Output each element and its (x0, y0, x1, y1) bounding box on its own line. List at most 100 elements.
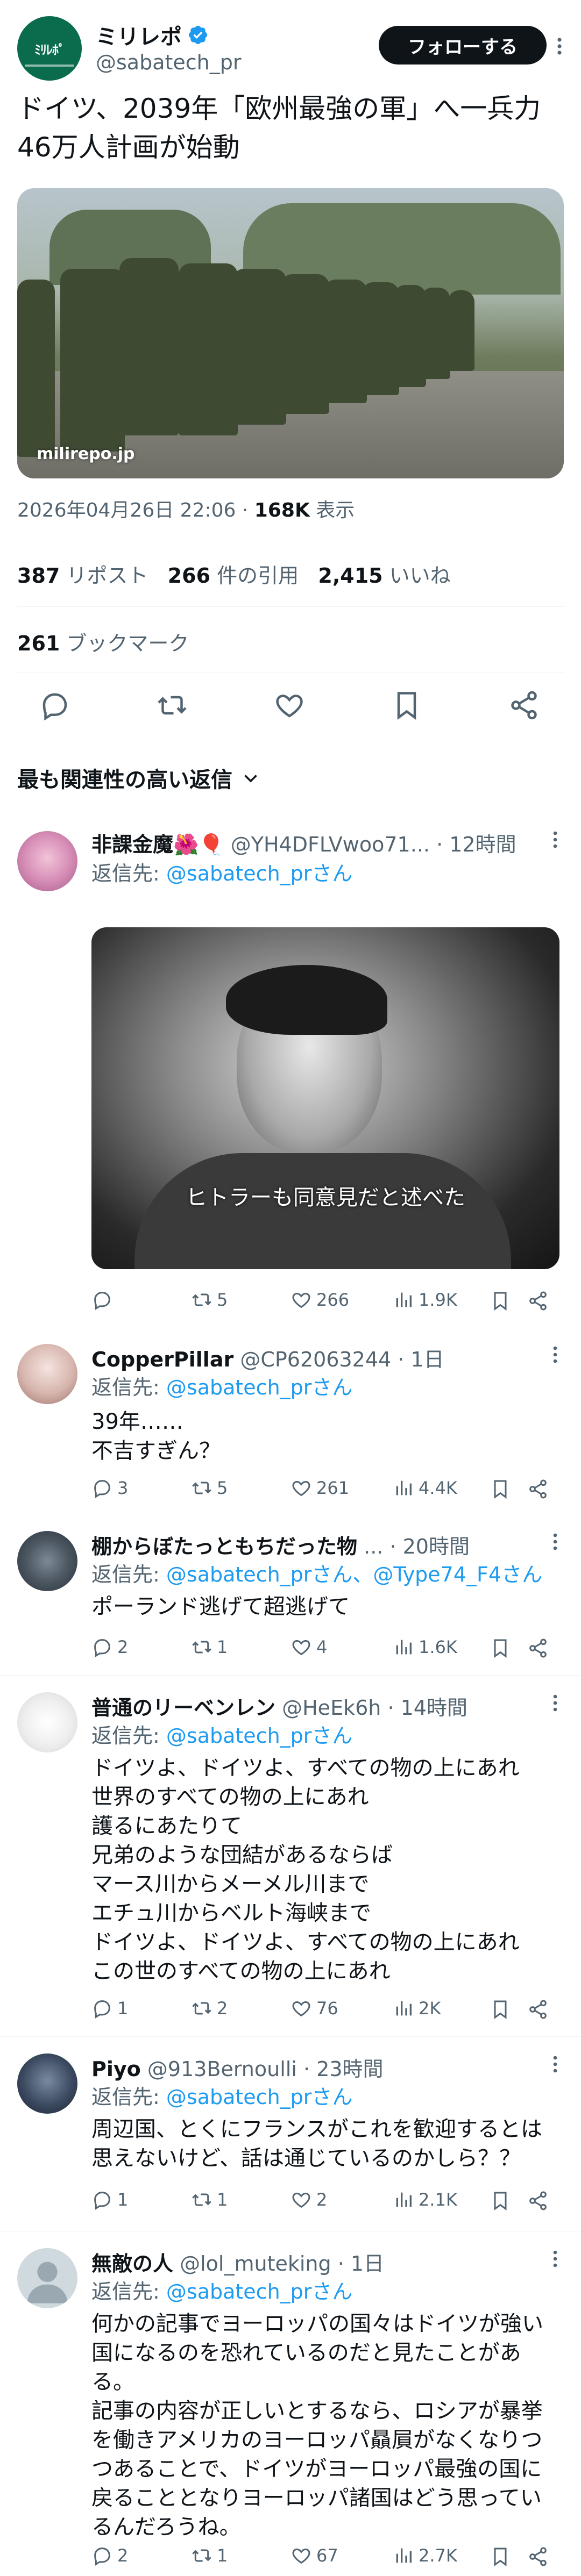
reply-item[interactable]: 普通のリーベンレン @HeEk6h · 14時間 返信先: @sabatech_… (0, 1675, 581, 2036)
like-count[interactable]: 76 (290, 1998, 338, 2019)
tweet-photo[interactable]: milirepo.jp (17, 188, 564, 478)
timestamp-row: 2026年04月26日 22:06 · 168K 表示 (17, 495, 355, 523)
repost-icon[interactable] (156, 689, 188, 721)
follow-button[interactable]: フォローする (379, 26, 547, 65)
repost-count[interactable]: 5 (191, 1289, 228, 1311)
like-count[interactable]: 4 (290, 1636, 327, 1658)
bookmark-icon[interactable] (490, 1290, 511, 1312)
more-icon[interactable] (552, 2249, 558, 2269)
reply-time[interactable]: · 12時間 (436, 833, 516, 856)
bookmark-icon[interactable] (490, 1637, 511, 1659)
reply-to-link[interactable]: @sabatech_prさん、@Type74_F4さん (166, 1563, 542, 1586)
repost-count[interactable]: 2 (191, 1998, 228, 2019)
reply-author-name[interactable]: 非課金魔🌺🎈 (91, 833, 224, 856)
reposts-label[interactable]: リポスト (66, 564, 148, 588)
reposts-count[interactable]: 387 (17, 564, 60, 588)
more-icon[interactable] (552, 1693, 558, 1713)
reply-author-name[interactable]: 無敵の人 (91, 2252, 173, 2276)
reply-to-link[interactable]: @sabatech_prさん (166, 2085, 353, 2109)
reply-author-handle[interactable]: @CP62063244 (240, 1348, 391, 1371)
more-icon[interactable] (552, 2055, 558, 2074)
reply-author-name[interactable]: Piyo (91, 2057, 141, 2081)
reply-to-link[interactable]: @sabatech_prさん (166, 862, 353, 885)
views-count[interactable]: 1.9K (393, 1289, 457, 1311)
more-icon[interactable] (552, 1532, 558, 1551)
reply-item[interactable]: Piyo @913Bernoulli · 23時間 返信先: @sabatech… (0, 2036, 581, 2231)
bookmark-icon[interactable] (490, 2190, 511, 2212)
reply-count[interactable]: 3 (91, 1477, 128, 1499)
quotes-label[interactable]: 件の引用 (217, 564, 299, 588)
quotes-count[interactable]: 266 (168, 564, 210, 588)
more-icon[interactable] (552, 830, 558, 849)
reply-icon[interactable] (39, 689, 71, 721)
like-count[interactable]: 67 (290, 2545, 338, 2566)
reply-count[interactable]: 1 (91, 2189, 128, 2210)
timestamp[interactable]: 2026年04月26日 22:06 (17, 499, 236, 521)
reply-author-name[interactable]: CopperPillar (91, 1348, 233, 1371)
reply-item[interactable]: 無敵の人 @lol_muteking · 1日 返信先: @sabatech_p… (0, 2231, 581, 2576)
reply-count[interactable]: 2 (91, 1636, 128, 1658)
reply-author-handle[interactable]: @YH4DFLVwoo71... (231, 833, 430, 856)
like-icon[interactable] (273, 689, 306, 721)
reply-author-name[interactable]: 棚からぼたっともちだった物 (91, 1535, 357, 1558)
reply-count[interactable]: 2 (91, 2545, 128, 2566)
views-count[interactable]: 2.7K (393, 2545, 457, 2566)
avatar[interactable] (17, 2248, 77, 2308)
author-handle[interactable]: @sabatech_pr (96, 51, 242, 74)
reply-time[interactable]: · 20時間 (389, 1535, 470, 1558)
reply-author-handle[interactable]: ... (364, 1535, 383, 1558)
avatar[interactable]: ﾐﾘﾚﾎﾟ (17, 16, 82, 81)
share-icon[interactable] (527, 1478, 549, 1500)
reply-author-handle[interactable]: @lol_muteking (180, 2252, 331, 2276)
share-icon[interactable] (527, 2190, 549, 2212)
views-count[interactable]: 4.4K (393, 1477, 457, 1499)
share-icon[interactable] (508, 689, 540, 721)
likes-label[interactable]: いいね (389, 564, 451, 588)
likes-count[interactable]: 2,415 (318, 564, 382, 588)
like-count[interactable]: 2 (290, 2189, 327, 2210)
like-count[interactable]: 261 (290, 1477, 349, 1499)
reply-to-link[interactable]: @sabatech_prさん (166, 1724, 353, 1748)
reply-item[interactable]: 非課金魔🌺🎈 @YH4DFLVwoo71... · 12時間 返信先: @sab… (0, 812, 581, 1328)
bookmark-icon[interactable] (490, 1999, 511, 2020)
avatar[interactable] (17, 1692, 77, 1752)
reply-item[interactable]: 棚からぼたっともちだった物 ... · 20時間 返信先: @sabatech_… (0, 1514, 581, 1675)
bookmark-icon[interactable] (490, 1478, 511, 1500)
reply-image[interactable]: ヒトラーも同意見だと述べた (91, 927, 559, 1269)
reply-time[interactable]: · 23時間 (303, 2057, 384, 2081)
repost-count[interactable]: 1 (191, 2189, 228, 2210)
image-figure-hair (226, 965, 387, 1035)
author-name[interactable]: ミリレポ (96, 19, 209, 51)
reply-to-link[interactable]: @sabatech_prさん (166, 2280, 353, 2303)
like-count[interactable]: 266 (290, 1289, 349, 1311)
more-icon[interactable] (555, 37, 564, 56)
repost-count[interactable]: 1 (191, 1636, 228, 1658)
avatar[interactable] (17, 831, 77, 891)
reply-time[interactable]: · 1日 (338, 2252, 384, 2276)
repost-count[interactable]: 1 (191, 2545, 228, 2566)
reply-time[interactable]: · 1日 (398, 1348, 444, 1371)
avatar[interactable] (17, 1531, 77, 1591)
views-count[interactable]: 2K (393, 1998, 441, 2019)
bookmark-icon[interactable] (490, 2546, 511, 2567)
reply-to-link[interactable]: @sabatech_prさん (166, 1376, 353, 1399)
share-icon[interactable] (527, 1637, 549, 1659)
bookmark-icon[interactable] (391, 689, 423, 721)
reply-author-handle[interactable]: @913Bernoulli (147, 2057, 297, 2081)
views-count[interactable]: 1.6K (393, 1636, 457, 1658)
reply-count[interactable]: 1 (91, 1998, 128, 2019)
reply-author-name[interactable]: 普通のリーベンレン (91, 1696, 275, 1720)
views-count[interactable]: 2.1K (393, 2189, 457, 2210)
avatar[interactable] (17, 2053, 77, 2114)
replies-sort-selector[interactable]: 最も関連性の高い返信 (17, 762, 260, 793)
share-icon[interactable] (527, 1999, 549, 2020)
reply-time[interactable]: · 14時間 (387, 1696, 467, 1720)
avatar[interactable] (17, 1344, 77, 1404)
share-icon[interactable] (527, 2546, 549, 2567)
repost-count[interactable]: 5 (191, 1477, 228, 1499)
reply-author-handle[interactable]: @HeEk6h (282, 1696, 381, 1720)
reply-count[interactable] (91, 1289, 117, 1311)
share-icon[interactable] (527, 1290, 549, 1312)
more-icon[interactable] (552, 1345, 558, 1364)
reply-item[interactable]: CopperPillar @CP62063244 · 1日 返信先: @saba… (0, 1327, 581, 1514)
